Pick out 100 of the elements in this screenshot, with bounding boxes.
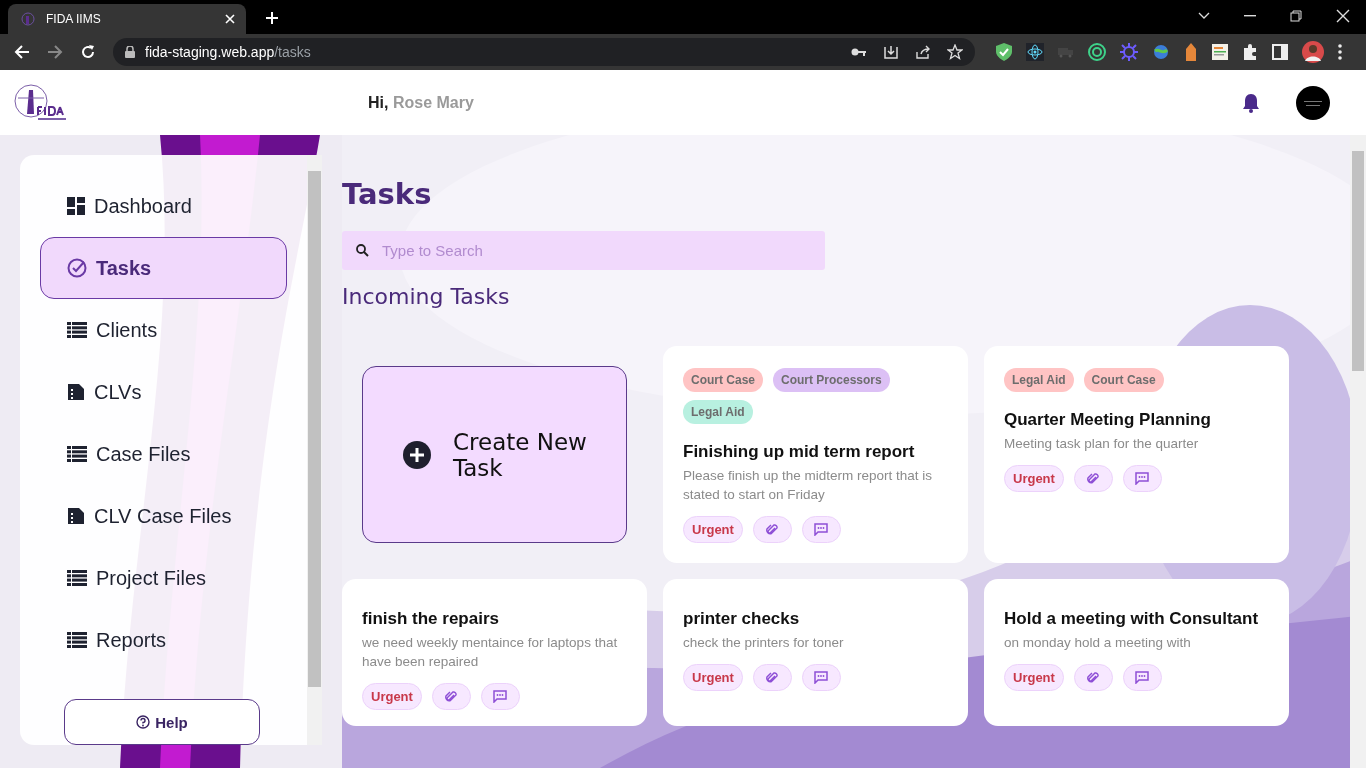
shield-icon[interactable]: [996, 43, 1012, 61]
logo-icon: [20, 11, 36, 27]
restore-icon[interactable]: [1290, 10, 1302, 22]
list-icon: [67, 446, 87, 462]
task-card[interactable]: Court Case Court Processors Legal Aid Finishing up mid term report Please finish up the midterm report that is stated to start on Friday Urgent: [663, 346, 968, 563]
search-icon: [356, 244, 369, 257]
new-tab-icon[interactable]: [265, 11, 279, 25]
task-title: printer checks: [683, 609, 801, 629]
tag: Legal Aid: [1004, 368, 1074, 392]
task-card[interactable]: finish the repairs we need weekly mentaince for laptops that have been repaired Urgent: [342, 579, 647, 726]
back-icon[interactable]: [14, 44, 30, 60]
question-icon: [136, 715, 151, 729]
comment-icon: [814, 671, 829, 684]
priority-badge: Urgent: [1004, 664, 1064, 691]
comment-button[interactable]: [801, 516, 841, 543]
list-icon: [67, 570, 87, 586]
priority-badge: Urgent: [683, 664, 743, 691]
plus-circle-icon: [403, 440, 431, 469]
target-icon[interactable]: [1088, 43, 1106, 61]
task-card[interactable]: Legal Aid Court Case Quarter Meeting Planning Meeting task plan for the quarter Urgent: [984, 346, 1289, 563]
tab-title: FIDA IIMS: [46, 12, 102, 26]
sidebar-item[interactable]: Tasks: [40, 237, 287, 299]
greeting: Hi, Rose Mary: [368, 93, 474, 112]
section-heading: Incoming Tasks: [342, 284, 511, 309]
scrollbar[interactable]: [1350, 135, 1366, 768]
sun-icon[interactable]: [1120, 43, 1138, 61]
task-card[interactable]: printer checks check the printers for toner Urgent: [663, 579, 968, 726]
task-description: on monday hold a meeting with: [1004, 634, 1192, 652]
tag: Court Processors: [773, 368, 890, 392]
list-icon: [67, 632, 87, 648]
attachment-button[interactable]: [1073, 664, 1113, 691]
check-circle-icon: [67, 258, 87, 278]
share-icon[interactable]: [915, 44, 931, 60]
task-description: Meeting task plan for the quarter: [1004, 435, 1200, 453]
paperclip-icon: [1087, 670, 1100, 685]
comment-button[interactable]: [1122, 465, 1162, 492]
globe-icon[interactable]: [1152, 43, 1170, 61]
create-task-button[interactable]: Create New Task: [362, 366, 627, 543]
comment-button[interactable]: [1122, 664, 1162, 691]
star-icon[interactable]: [947, 44, 963, 60]
dashboard-icon: [67, 197, 85, 215]
sidebar-item[interactable]: Case Files: [40, 423, 287, 485]
tag: Court Case: [1083, 368, 1164, 392]
chevron-down-icon[interactable]: [1198, 12, 1210, 20]
task-description: we need weekly mentaince for laptops that have been repaired: [362, 634, 619, 671]
comment-button[interactable]: [480, 683, 520, 710]
tower-icon[interactable]: [1184, 43, 1198, 61]
comment-icon: [1135, 671, 1150, 684]
paperclip-icon: [766, 670, 779, 685]
help-button[interactable]: Help: [64, 699, 260, 745]
task-title: Quarter Meeting Planning: [1004, 410, 1212, 430]
priority-badge: Urgent: [683, 516, 743, 543]
tag: Court Case: [683, 368, 763, 392]
paperclip-icon: [766, 522, 779, 537]
address-bar[interactable]: fida-staging.web.app/tasks: [113, 38, 975, 66]
tag: Legal Aid: [683, 400, 753, 424]
reload-icon[interactable]: [80, 44, 96, 60]
profile-avatar-icon[interactable]: [1302, 41, 1324, 63]
menu-icon[interactable]: [1338, 44, 1342, 60]
search-field[interactable]: Type to Search: [342, 231, 825, 270]
scrollbar[interactable]: [307, 155, 322, 745]
sidebar-icon[interactable]: [1272, 44, 1288, 60]
task-description: Please finish up the midterm report that is stated to start on Friday: [683, 467, 934, 504]
document-icon: [67, 383, 85, 401]
puzzle-icon[interactable]: [1242, 44, 1258, 60]
task-title: Finishing up mid term report: [683, 442, 916, 462]
priority-badge: Urgent: [1004, 465, 1064, 492]
sidebar-item[interactable]: Reports: [40, 609, 287, 671]
comment-icon: [1135, 472, 1150, 485]
task-title: finish the repairs: [362, 609, 500, 629]
list-icon: [67, 322, 87, 338]
browser-tab[interactable]: FIDA IIMS: [8, 4, 246, 34]
sidebar-item[interactable]: Clients: [40, 299, 287, 361]
sidebar-item[interactable]: Project Files: [40, 547, 287, 609]
sidebar-item[interactable]: CLVs: [40, 361, 287, 423]
sidebar-item[interactable]: CLV Case Files: [40, 485, 287, 547]
paperclip-icon: [445, 689, 458, 704]
attachment-button[interactable]: [752, 664, 792, 691]
install-icon[interactable]: [883, 44, 899, 60]
key-icon[interactable]: [851, 47, 867, 57]
lock-icon: [125, 46, 135, 58]
comment-icon: [493, 690, 508, 703]
close-icon[interactable]: [1336, 9, 1350, 23]
comment-icon: [814, 523, 829, 536]
document-icon: [67, 507, 85, 525]
page-title: Tasks: [342, 177, 433, 211]
task-title: Hold a meeting with Consultant: [1004, 609, 1260, 629]
minimize-icon[interactable]: [1244, 15, 1256, 17]
paperclip-icon: [1087, 471, 1100, 486]
attachment-button[interactable]: [431, 683, 471, 710]
user-avatar[interactable]: [1296, 85, 1330, 120]
sidebar-item[interactable]: Dashboard: [40, 175, 287, 237]
task-description: check the printers for toner: [683, 634, 845, 652]
forward-icon[interactable]: [47, 44, 63, 60]
notification-bell-icon[interactable]: [1242, 92, 1260, 113]
atom-icon[interactable]: [1026, 43, 1044, 61]
task-card[interactable]: Hold a meeting with Consultant on monday hold a meeting with Urgent: [984, 579, 1289, 726]
attachment-button[interactable]: [1073, 465, 1113, 492]
comment-button[interactable]: [801, 664, 841, 691]
attachment-button[interactable]: [752, 516, 792, 543]
